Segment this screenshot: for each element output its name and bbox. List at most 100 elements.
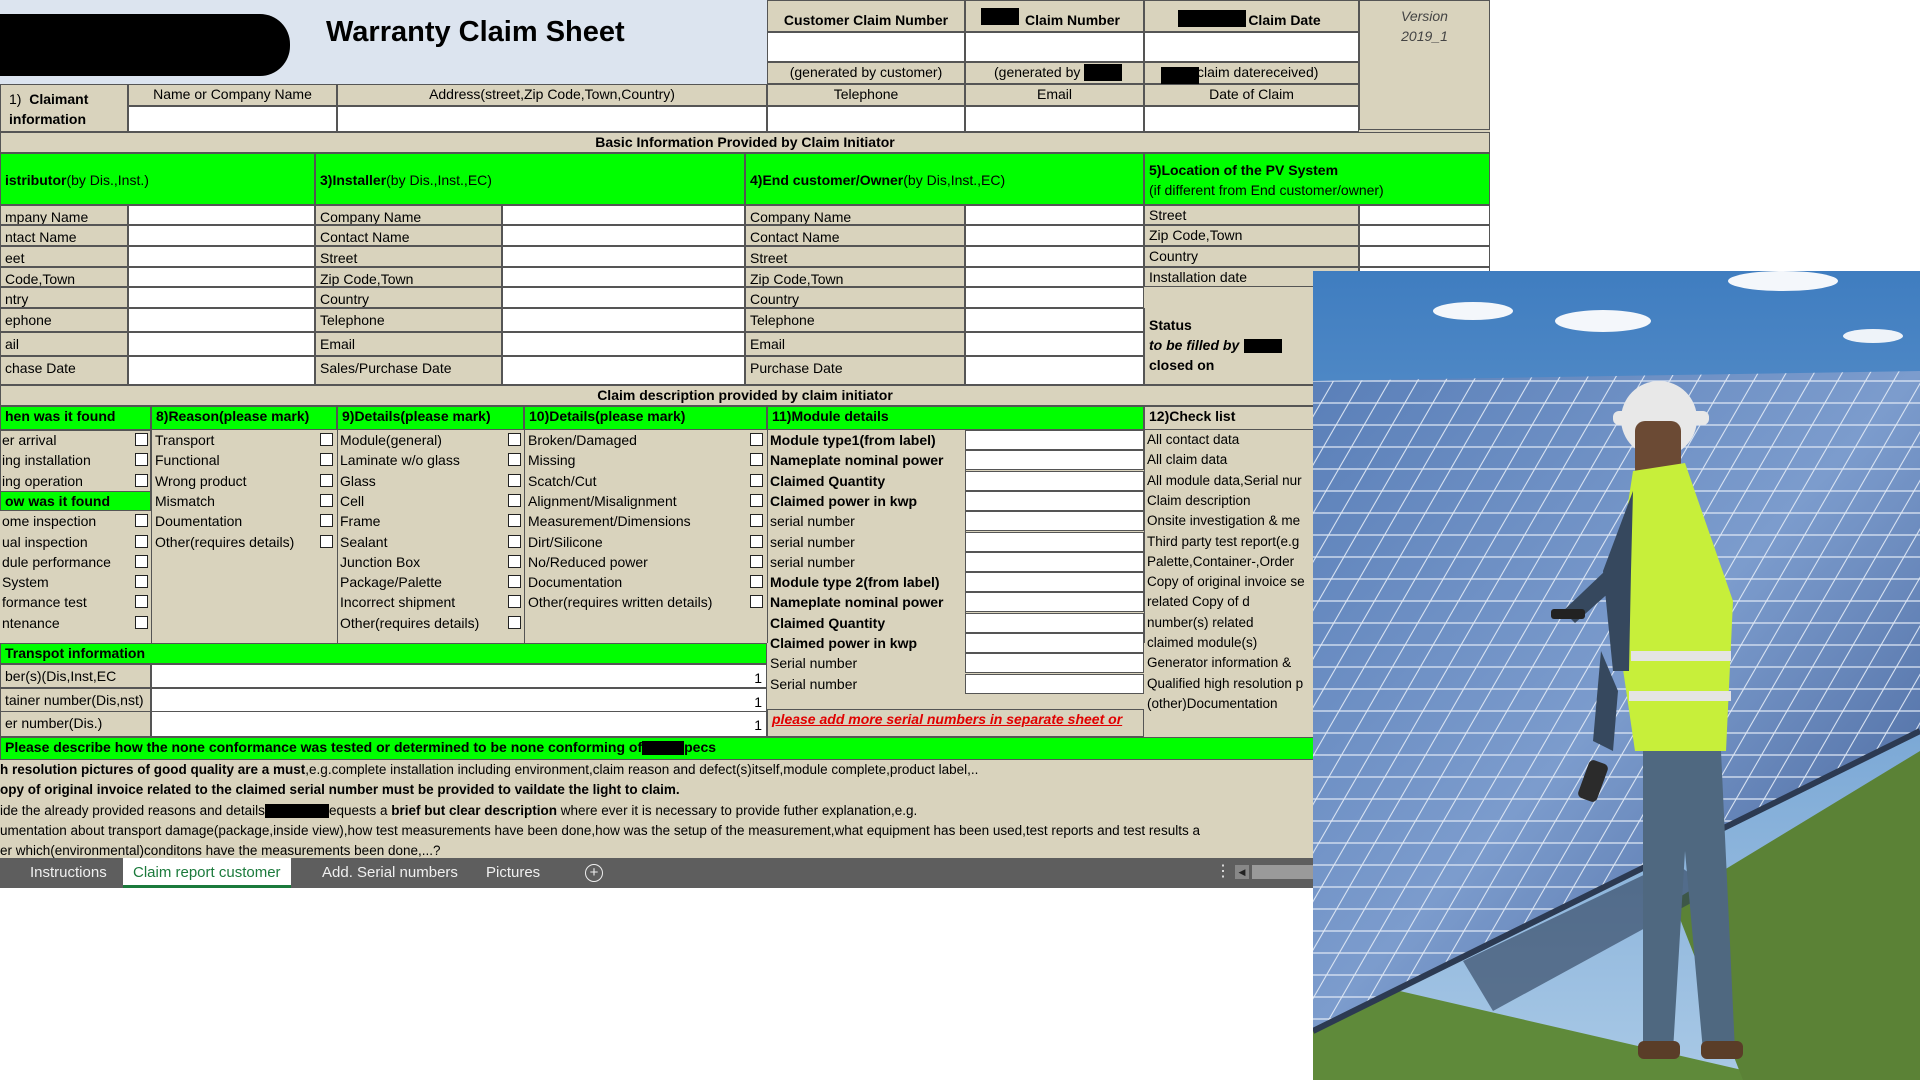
transport-row-input[interactable]: 1: [151, 664, 767, 688]
module-detail-input[interactable]: [965, 572, 1144, 592]
module-detail-input[interactable]: [965, 613, 1144, 633]
module-detail-input[interactable]: [965, 471, 1144, 491]
installer-row-input[interactable]: [502, 308, 745, 332]
location-row-input[interactable]: [1359, 205, 1490, 225]
checkbox[interactable]: [508, 616, 521, 629]
tab-add-serial-numbers[interactable]: Add. Serial numbers: [312, 858, 468, 888]
transport-row-input[interactable]: 1: [151, 688, 767, 712]
module-detail-input[interactable]: [965, 653, 1144, 673]
checkbox[interactable]: [508, 514, 521, 527]
distributor-row-input[interactable]: [128, 205, 315, 225]
end-customer-row-input[interactable]: [965, 267, 1144, 287]
installer-row-input[interactable]: [502, 246, 745, 267]
module-detail-input[interactable]: [965, 491, 1144, 511]
checkbox[interactable]: [320, 453, 333, 466]
checkbox[interactable]: [508, 494, 521, 507]
module-detail-label: Claimed power in kwp: [770, 493, 918, 509]
end-customer-row-label: Zip Code,Town: [745, 267, 965, 287]
end-customer-row-input[interactable]: [965, 205, 1144, 225]
module-detail-input[interactable]: [965, 552, 1144, 572]
distributor-row-input[interactable]: [128, 287, 315, 308]
installer-row-input[interactable]: [502, 287, 745, 308]
distributor-row-input[interactable]: [128, 225, 315, 246]
claimant-address-input[interactable]: [337, 106, 767, 132]
installer-header: 3)Installer(by Dis.,Inst.,EC): [315, 153, 745, 205]
scroll-left-icon[interactable]: ◀: [1235, 865, 1249, 879]
distributor-row-input[interactable]: [128, 246, 315, 267]
checkbox[interactable]: [135, 555, 148, 568]
checkbox[interactable]: [508, 595, 521, 608]
transport-row-input[interactable]: 1: [151, 711, 767, 737]
claim-number-input[interactable]: [965, 32, 1144, 62]
plus-circle-icon[interactable]: +: [585, 864, 603, 882]
end-customer-row-input[interactable]: [965, 225, 1144, 246]
module-detail-input[interactable]: [965, 674, 1144, 694]
checkbox[interactable]: [320, 433, 333, 446]
vertical-ellipsis-icon[interactable]: ⋮: [1215, 862, 1231, 882]
claimant-email-input[interactable]: [965, 106, 1144, 132]
checkbox[interactable]: [320, 535, 333, 548]
module-detail-input[interactable]: [965, 633, 1144, 653]
distributor-row-input[interactable]: [128, 267, 315, 287]
checkbox[interactable]: [750, 555, 763, 568]
checkbox[interactable]: [135, 514, 148, 527]
note-3: ide the already provided reasons and det…: [0, 802, 917, 820]
claimant-date-input[interactable]: [1144, 106, 1359, 132]
distributor-row-input[interactable]: [128, 356, 315, 385]
checkbox[interactable]: [320, 494, 333, 507]
checkbox[interactable]: [508, 555, 521, 568]
module-detail-input[interactable]: [965, 430, 1144, 450]
checkbox[interactable]: [750, 433, 763, 446]
installer-row-input[interactable]: [502, 267, 745, 287]
checkbox[interactable]: [508, 474, 521, 487]
installer-row-input[interactable]: [502, 356, 745, 385]
location-row-input[interactable]: [1359, 225, 1490, 246]
checkbox[interactable]: [508, 535, 521, 548]
checkbox[interactable]: [135, 453, 148, 466]
checkbox[interactable]: [750, 595, 763, 608]
redacted-text: [1161, 67, 1199, 84]
installer-row-input[interactable]: [502, 225, 745, 246]
module-detail-input[interactable]: [965, 592, 1144, 612]
claimant-col-name: Name or Company Name: [128, 84, 337, 106]
checkbox[interactable]: [508, 433, 521, 446]
checkbox[interactable]: [508, 575, 521, 588]
checkbox[interactable]: [135, 616, 148, 629]
checkbox[interactable]: [135, 474, 148, 487]
end-customer-row-input[interactable]: [965, 287, 1144, 308]
checkbox[interactable]: [750, 514, 763, 527]
checkbox[interactable]: [750, 453, 763, 466]
column-divider: [767, 430, 768, 643]
checkbox[interactable]: [750, 474, 763, 487]
location-row-input[interactable]: [1359, 246, 1490, 267]
end-customer-row-input[interactable]: [965, 356, 1144, 385]
module-detail-input[interactable]: [965, 532, 1144, 552]
installer-row-input[interactable]: [502, 332, 745, 356]
module-detail-input[interactable]: [965, 450, 1144, 470]
distributor-row-input[interactable]: [128, 308, 315, 332]
end-customer-row-input[interactable]: [965, 246, 1144, 267]
checkbox[interactable]: [135, 595, 148, 608]
module-detail-input[interactable]: [965, 511, 1144, 531]
tab-claim-report-customer[interactable]: Claim report customer: [123, 858, 291, 888]
claimant-name-input[interactable]: [128, 106, 337, 132]
end-customer-row-input[interactable]: [965, 308, 1144, 332]
claim-date-input[interactable]: [1144, 32, 1359, 62]
checkbox[interactable]: [320, 514, 333, 527]
claimant-telephone-input[interactable]: [767, 106, 965, 132]
customer-claim-number-input[interactable]: [767, 32, 965, 62]
checkbox[interactable]: [750, 575, 763, 588]
module-detail-label: Module type1(from label): [770, 432, 936, 448]
tab-pictures[interactable]: Pictures: [476, 858, 550, 888]
checkbox[interactable]: [320, 474, 333, 487]
end-customer-row-input[interactable]: [965, 332, 1144, 356]
checkbox[interactable]: [135, 535, 148, 548]
distributor-row-input[interactable]: [128, 332, 315, 356]
checkbox[interactable]: [135, 575, 148, 588]
tab-instructions[interactable]: Instructions: [20, 858, 117, 888]
checkbox[interactable]: [750, 494, 763, 507]
checkbox[interactable]: [750, 535, 763, 548]
installer-row-input[interactable]: [502, 205, 745, 225]
checkbox[interactable]: [508, 453, 521, 466]
checkbox[interactable]: [135, 433, 148, 446]
